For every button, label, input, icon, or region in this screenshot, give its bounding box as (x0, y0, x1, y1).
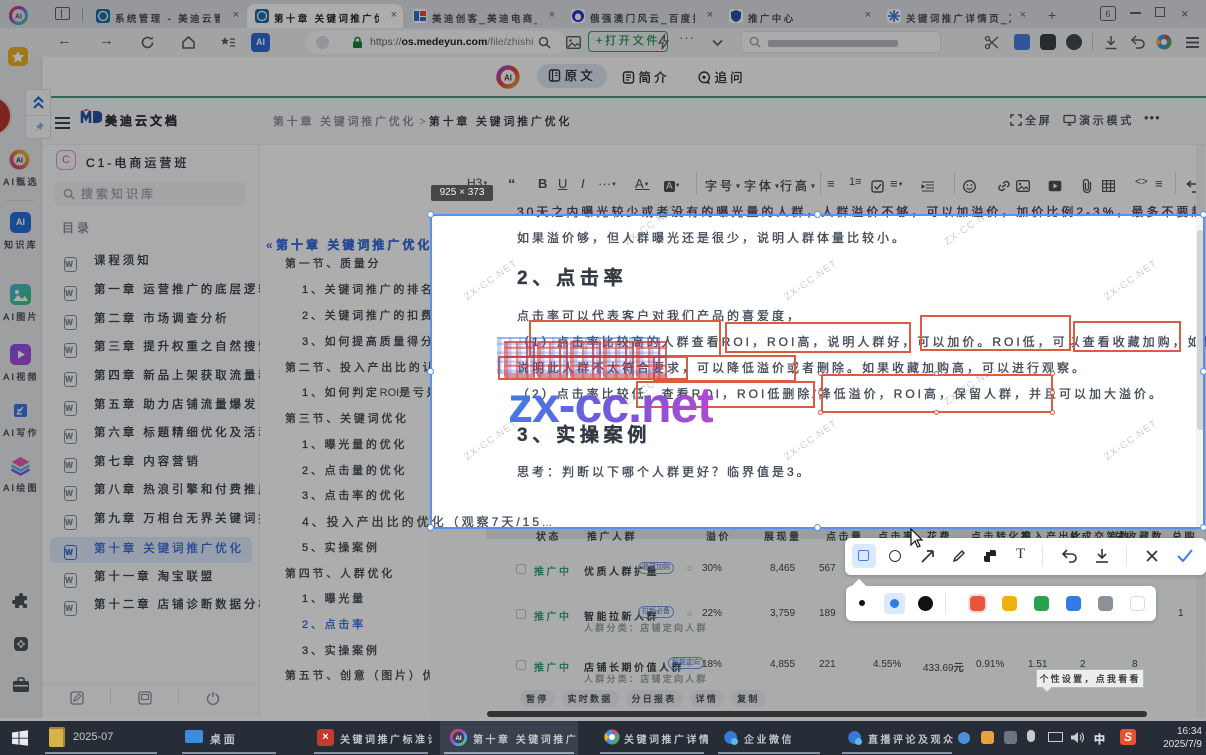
svg-text:AI: AI (455, 735, 462, 742)
